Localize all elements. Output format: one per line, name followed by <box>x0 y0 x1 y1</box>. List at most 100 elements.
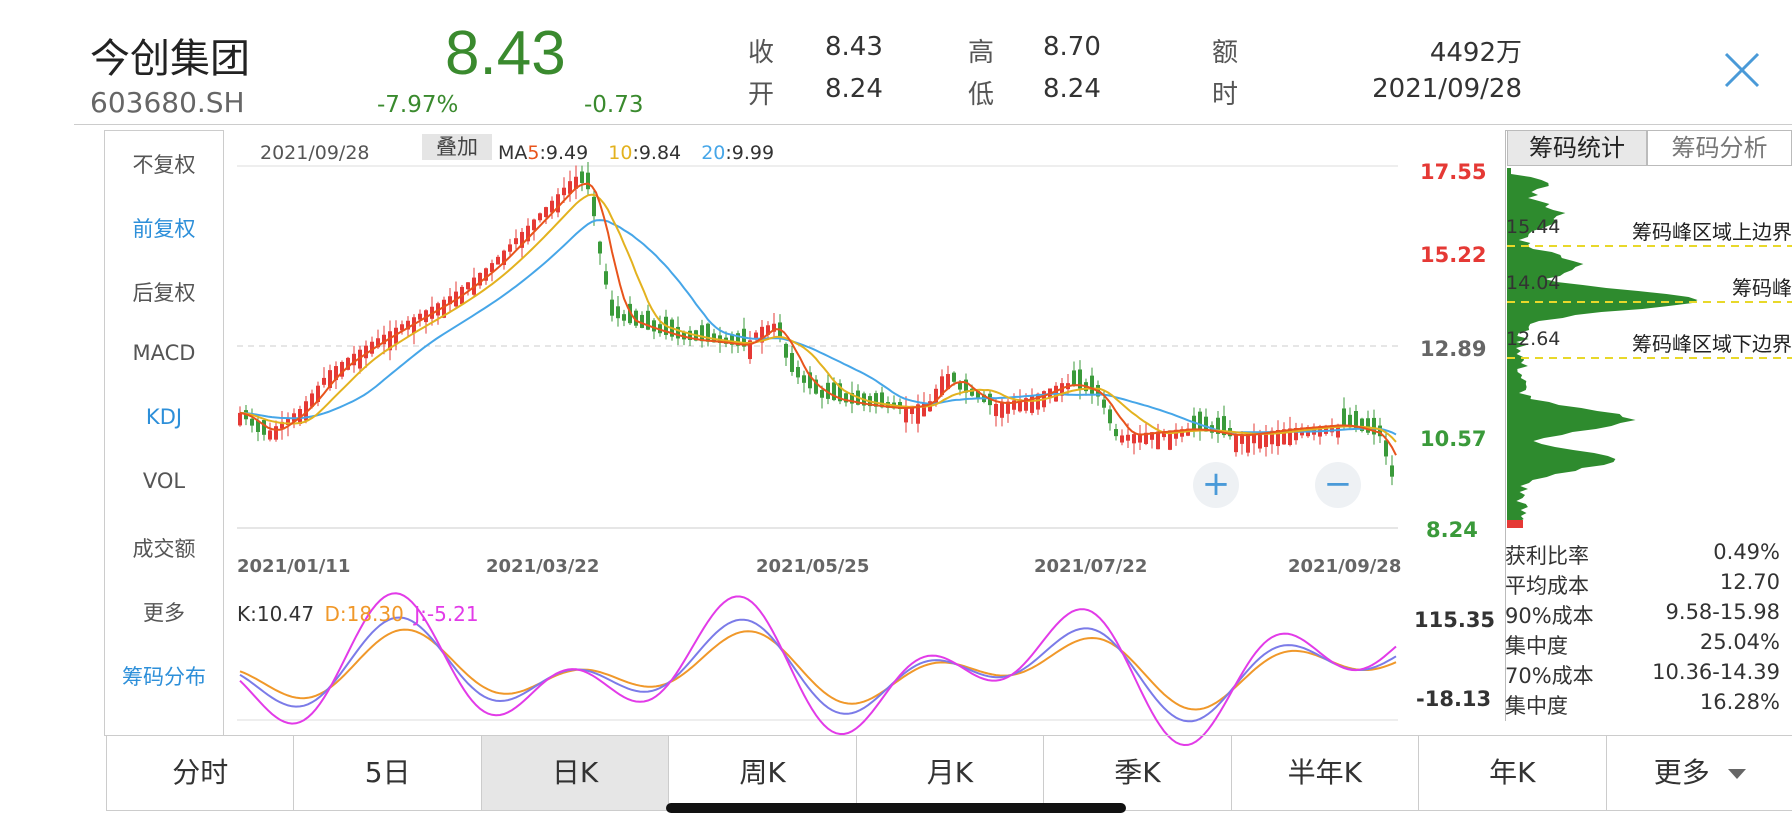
kdj-legend: K:10.47 D:18.30 J:-5.21 <box>237 602 479 626</box>
candle-body <box>1342 408 1346 426</box>
period-tabs: 分时 5日 日K 周K 月K 季K 半年K 年K 更多 <box>106 735 1792 811</box>
candle-body <box>958 382 962 390</box>
tab-5day-label: 5日 <box>364 756 411 789</box>
candle-body <box>1126 434 1130 441</box>
candle-body <box>322 377 326 385</box>
zoom-out-button[interactable]: − <box>1315 462 1361 508</box>
tab-chip-analysis[interactable]: 筹码分析 <box>1647 130 1792 166</box>
ma-prefix: MA <box>498 142 528 164</box>
y-tick-3: 12.89 <box>1420 337 1487 361</box>
stat-cost90-value: 9.58-15.98 <box>1665 600 1780 624</box>
x-tick-3: 2021/05/25 <box>756 556 870 577</box>
candle-body <box>238 412 242 426</box>
candle-body <box>586 172 590 190</box>
tab-quarterly-k[interactable]: 季K <box>1044 736 1232 810</box>
candle-body <box>610 299 614 316</box>
candle-body <box>1102 399 1106 408</box>
stat-avg-cost-label: 平均成本 <box>1505 574 1589 598</box>
candle-body <box>598 241 602 254</box>
candle-body <box>514 238 518 245</box>
ma5-value: :9.49 <box>539 142 589 164</box>
stat-profit-ratio-label: 获利比率 <box>1505 544 1589 568</box>
x-tick-2: 2021/03/22 <box>486 556 600 577</box>
tab-weekly-k[interactable]: 周K <box>669 736 857 810</box>
candle-body <box>904 407 908 423</box>
tab-yearly-k[interactable]: 年K <box>1419 736 1607 810</box>
candle-body <box>802 375 806 383</box>
candle-body <box>1156 431 1160 450</box>
ma5-label: 5 <box>527 142 540 164</box>
tab-halfyear-k-label: 半年K <box>1287 756 1363 789</box>
tab-monthly-k[interactable]: 月K <box>857 736 1045 810</box>
candle-body <box>262 420 266 435</box>
x-tick-1: 2021/01/11 <box>237 556 351 577</box>
candle-body <box>274 426 278 440</box>
candle-body <box>796 366 800 378</box>
tab-monthly-k-label: 月K <box>926 756 974 789</box>
candle-body <box>1000 402 1004 418</box>
tab-yearly-k-label: 年K <box>1489 756 1536 789</box>
candle-body <box>1108 409 1112 424</box>
ma10-label: 10 <box>608 142 633 164</box>
stat-avg-cost-value: 12.70 <box>1719 570 1780 594</box>
candle-body <box>1072 370 1076 386</box>
home-indicator[interactable] <box>666 803 1126 813</box>
candle-body <box>952 372 956 382</box>
candle-body <box>562 187 566 196</box>
tab-chip-stats[interactable]: 筹码统计 <box>1507 130 1647 166</box>
ma-legend: MA5:9.49 10:9.84 20:9.99 <box>498 142 774 164</box>
ma20-label: 20 <box>701 142 726 164</box>
candle-body <box>496 256 500 265</box>
chip-peak-label: 筹码峰 <box>1732 276 1792 300</box>
chip-peak-value: 14.04 <box>1506 272 1561 294</box>
candle-body <box>508 244 512 252</box>
candle-body <box>580 171 584 183</box>
k-value: K:10.47 <box>237 602 315 626</box>
candle-body <box>466 282 470 290</box>
candle-body <box>418 313 422 320</box>
tab-intraday[interactable]: 分时 <box>107 736 295 810</box>
y-tick-4: 10.57 <box>1420 427 1487 451</box>
candle-body <box>1114 429 1118 437</box>
x-tick-4: 2021/07/22 <box>1034 556 1148 577</box>
stat-concentration90-value: 25.04% <box>1699 630 1780 654</box>
ma20-value: :9.99 <box>725 142 775 164</box>
kdj-y-max: 115.35 <box>1414 608 1496 632</box>
zoom-in-button[interactable]: + <box>1193 462 1239 508</box>
candle-body <box>532 219 536 231</box>
tab-daily-k[interactable]: 日K <box>481 736 670 810</box>
stat-cost90-label: 90%成本 <box>1505 604 1594 628</box>
candle-body <box>1246 433 1250 453</box>
candle-body <box>1390 465 1394 477</box>
ma10-value: :9.84 <box>632 142 682 164</box>
candle-body <box>994 403 998 417</box>
tab-more[interactable]: 更多 <box>1607 736 1792 810</box>
chip-lower-label: 筹码峰区域下边界 <box>1632 332 1792 356</box>
y-tick-min: 8.24 <box>1426 518 1478 542</box>
candle-body <box>604 271 608 285</box>
tab-weekly-k-label: 周K <box>739 756 786 789</box>
candle-body <box>616 306 620 319</box>
x-tick-5: 2021/09/28 <box>1288 556 1402 577</box>
candle-body <box>640 314 644 328</box>
stat-concentration70-value: 16.28% <box>1699 690 1780 714</box>
d-value: D:18.30 <box>324 602 404 626</box>
candle-body <box>790 353 794 372</box>
overlay-button[interactable]: 叠加 <box>422 134 492 160</box>
candle-body <box>820 389 824 398</box>
stat-concentration90-label: 集中度 <box>1505 634 1568 658</box>
kdj-y-min: -18.13 <box>1416 687 1492 711</box>
j-value: J:-5.21 <box>414 602 479 626</box>
tab-halfyear-k[interactable]: 半年K <box>1232 736 1420 810</box>
tab-quarterly-k-label: 季K <box>1114 756 1161 789</box>
candle-body <box>784 343 788 358</box>
y-tick-2: 15.22 <box>1420 243 1487 267</box>
chevron-down-icon <box>1727 769 1746 779</box>
tab-5day[interactable]: 5日 <box>294 736 482 810</box>
candle-body <box>250 418 254 426</box>
stat-cost70-value: 10.36-14.39 <box>1652 660 1780 684</box>
candle-body <box>652 320 656 332</box>
chip-upper-label: 筹码峰区域上边界 <box>1632 220 1792 244</box>
candle-body <box>592 196 596 217</box>
candle-body <box>622 314 626 321</box>
